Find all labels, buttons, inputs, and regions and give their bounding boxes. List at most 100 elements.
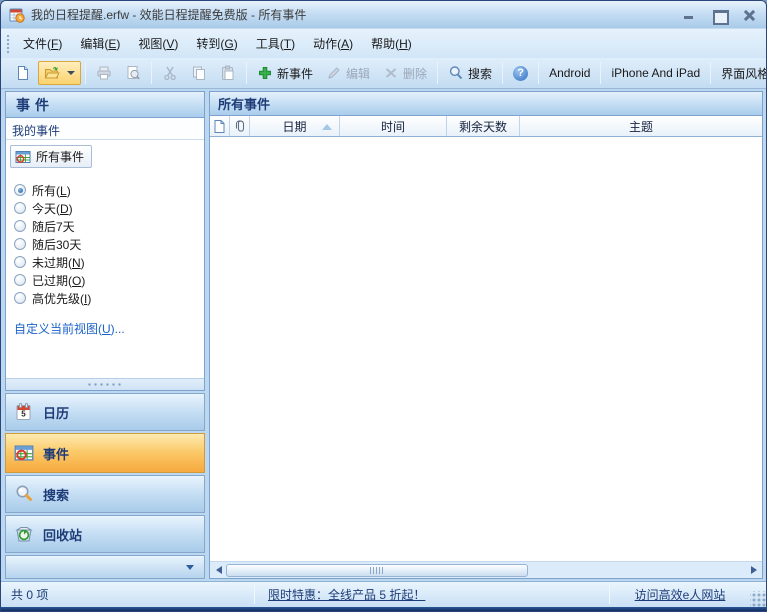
events-table-body[interactable] xyxy=(210,137,762,561)
print-preview-button[interactable] xyxy=(119,61,147,85)
splitter-grip-icon xyxy=(88,383,122,386)
scroll-left-icon[interactable] xyxy=(211,563,226,578)
scroll-right-icon[interactable] xyxy=(746,563,761,578)
search-icon xyxy=(14,484,34,504)
toolbar-grip xyxy=(6,34,11,54)
date-column-label: 日期 xyxy=(282,118,306,135)
filter-label: 今天(D) xyxy=(32,200,73,217)
main-panel: 所有事件 日期 时间 剩余天数 xyxy=(209,91,763,579)
website-link[interactable]: 访问高效e人网站 xyxy=(635,588,726,602)
help-button[interactable]: ? xyxy=(507,62,534,85)
sidebar-panel-title: 事件 xyxy=(5,91,205,118)
delete-button[interactable]: 删除 xyxy=(377,61,433,86)
scrollbar-thumb[interactable] xyxy=(226,564,528,577)
menu-view[interactable]: 视图(V) xyxy=(130,31,186,56)
iphone-ipad-button[interactable]: iPhone And iPad xyxy=(605,62,706,84)
nav-calendar[interactable]: 5 日历 xyxy=(5,393,205,431)
android-button[interactable]: Android xyxy=(543,62,596,84)
filter-expired[interactable]: 已过期(O) xyxy=(14,271,196,289)
sidebar-body: 我的事件 所有事件 所有(L) xyxy=(5,118,205,391)
minimize-icon[interactable] xyxy=(682,9,696,21)
nav-events[interactable]: 事件 xyxy=(5,433,205,473)
nav-recycle-bin[interactable]: 回收站 xyxy=(5,515,205,553)
attachment-column-header[interactable] xyxy=(230,116,250,136)
filter-next-7-days[interactable]: 随后7天 xyxy=(14,217,196,235)
nav-events-label: 事件 xyxy=(43,444,69,463)
filter-label: 随后30天 xyxy=(32,236,81,253)
toolbar: 新事件 编辑 删除 搜索 ? And xyxy=(1,58,766,89)
open-file-button[interactable] xyxy=(38,61,81,85)
promo-link[interactable]: 限时特惠：全线产品 5 折起！ xyxy=(268,588,425,602)
all-events-button[interactable]: 所有事件 xyxy=(10,145,92,168)
days-left-column-header[interactable]: 剩余天数 xyxy=(447,116,520,136)
time-column-header[interactable]: 时间 xyxy=(340,116,447,136)
recycle-bin-icon xyxy=(14,524,34,544)
toolbar-separator xyxy=(246,62,247,84)
cut-button[interactable] xyxy=(156,61,184,85)
delete-label: 删除 xyxy=(403,65,427,82)
scrollbar-track[interactable] xyxy=(226,563,746,578)
search-magnifier-icon xyxy=(448,65,464,81)
help-icon: ? xyxy=(513,66,528,81)
toolbar-separator xyxy=(85,62,86,84)
paste-button[interactable] xyxy=(214,61,242,85)
menu-file[interactable]: 文件(F) xyxy=(15,31,70,56)
new-event-button[interactable]: 新事件 xyxy=(251,61,319,86)
filter-next-30-days[interactable]: 随后30天 xyxy=(14,235,196,253)
edit-pencil-icon xyxy=(326,65,342,81)
horizontal-scrollbar[interactable] xyxy=(210,561,762,578)
new-document-icon xyxy=(15,65,31,81)
filter-not-expired[interactable]: 未过期(N) xyxy=(14,253,196,271)
toolbar-separator xyxy=(710,62,711,84)
titlebar: 我的日程提醒.erfw - 效能日程提醒免费版 - 所有事件 xyxy=(1,1,766,29)
edit-button[interactable]: 编辑 xyxy=(320,61,376,86)
filter-today[interactable]: 今天(D) xyxy=(14,199,196,217)
search-label: 搜索 xyxy=(468,65,492,82)
subject-column-header[interactable]: 主题 xyxy=(520,116,762,136)
all-events-button-label: 所有事件 xyxy=(36,148,84,165)
sidebar: 事件 我的事件 所有事件 xyxy=(5,91,205,579)
scrollbar-grip-icon xyxy=(370,567,383,574)
maximize-icon[interactable] xyxy=(712,9,726,21)
nav-calendar-label: 日历 xyxy=(43,403,69,422)
open-folder-icon xyxy=(44,65,60,81)
menu-actions[interactable]: 动作(A) xyxy=(305,31,361,56)
radio-icon xyxy=(14,238,26,250)
menu-edit[interactable]: 编辑(E) xyxy=(72,31,128,56)
app-window: 我的日程提醒.erfw - 效能日程提醒免费版 - 所有事件 文件(F) 编辑(… xyxy=(0,0,767,612)
filter-label: 未过期(N) xyxy=(32,254,85,271)
close-icon[interactable] xyxy=(742,9,756,21)
customize-view-link[interactable]: 自定义当前视图(U)... xyxy=(14,320,196,337)
open-dropdown-caret-icon xyxy=(67,71,75,75)
sort-asc-icon xyxy=(322,124,332,130)
print-button[interactable] xyxy=(90,61,118,85)
toolbar-separator xyxy=(502,62,503,84)
radio-icon xyxy=(14,274,26,286)
menu-goto[interactable]: 转到(G) xyxy=(188,31,245,56)
copy-button[interactable] xyxy=(185,61,213,85)
edit-label: 编辑 xyxy=(346,65,370,82)
new-event-label: 新事件 xyxy=(277,65,313,82)
new-file-button[interactable] xyxy=(9,61,37,85)
document-column-header[interactable] xyxy=(210,116,230,136)
nav-search[interactable]: 搜索 xyxy=(5,475,205,513)
filter-label: 所有(L) xyxy=(32,182,71,199)
my-events-group-label: 我的事件 xyxy=(6,118,204,140)
menu-help[interactable]: 帮助(H) xyxy=(363,31,420,56)
document-icon xyxy=(214,120,225,133)
filter-all[interactable]: 所有(L) xyxy=(14,181,196,199)
ui-style-button[interactable]: 界面风格 xyxy=(715,61,767,86)
events-table-header: 日期 时间 剩余天数 主题 xyxy=(210,116,762,137)
menu-tools[interactable]: 工具(T) xyxy=(248,31,303,56)
date-column-header[interactable]: 日期 xyxy=(250,116,340,136)
chevron-down-icon xyxy=(186,565,194,570)
radio-icon xyxy=(14,220,26,232)
resize-grip-icon[interactable] xyxy=(750,591,766,607)
filter-high-priority[interactable]: 高优先级(I) xyxy=(14,289,196,307)
app-icon xyxy=(9,7,25,23)
sidebar-splitter[interactable] xyxy=(6,378,204,390)
search-button[interactable]: 搜索 xyxy=(442,61,498,86)
radio-icon xyxy=(14,256,26,268)
nav-search-label: 搜索 xyxy=(43,485,69,504)
nav-overflow-strip[interactable] xyxy=(5,555,205,579)
